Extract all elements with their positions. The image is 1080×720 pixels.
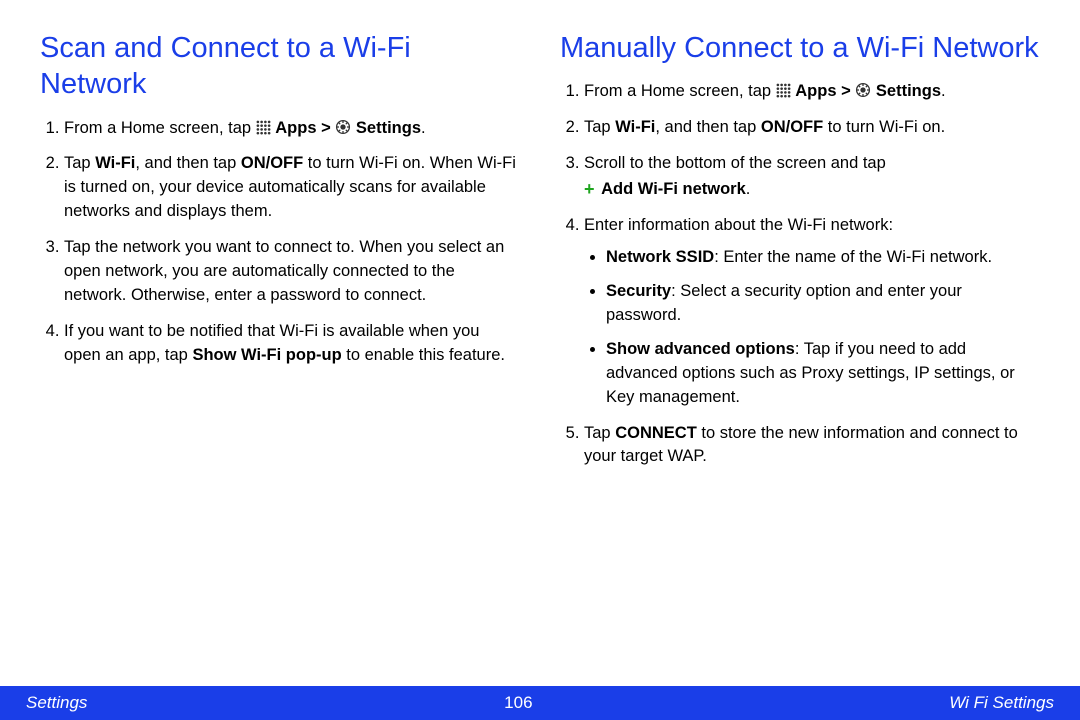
left-column: Scan and Connect to a Wi-Fi Network From…	[40, 30, 520, 481]
text-bold: Show Wi-Fi pop-up	[192, 346, 341, 364]
right-heading: Manually Connect to a Wi‑Fi Network	[560, 30, 1040, 66]
left-step-1: From a Home screen, tap Apps > Settings.	[64, 117, 520, 141]
text: Tap	[584, 424, 615, 442]
text-bold: Show advanced options	[606, 340, 795, 358]
breadcrumb-sep: >	[841, 82, 855, 100]
settings-icon	[855, 82, 871, 98]
text: : Enter the name of the Wi-Fi network.	[714, 248, 992, 266]
right-steps: From a Home screen, tap Apps > Settings.…	[560, 80, 1040, 469]
apps-label: Apps	[795, 82, 836, 100]
text-bold: CONNECT	[615, 424, 697, 442]
settings-label: Settings	[876, 82, 941, 100]
text-bold: Wi-Fi	[95, 154, 135, 172]
right-step-1: From a Home screen, tap Apps > Settings.	[584, 80, 1040, 104]
text: .	[746, 180, 751, 198]
text: From a Home screen, tap	[64, 119, 256, 137]
right-step-4: Enter information about the Wi-Fi networ…	[584, 214, 1040, 409]
left-step-2: Tap Wi-Fi, and then tap ON/OFF to turn W…	[64, 152, 520, 224]
settings-label: Settings	[356, 119, 421, 137]
footer-page-number: 106	[504, 693, 532, 713]
apps-icon	[256, 120, 271, 135]
right-step-3: Scroll to the bottom of the screen and t…	[584, 152, 1040, 202]
right-column: Manually Connect to a Wi‑Fi Network From…	[560, 30, 1040, 481]
footer-bar: Settings 106 Wi Fi Settings	[0, 686, 1080, 720]
text: , and then tap	[135, 154, 241, 172]
bullet-ssid: Network SSID: Enter the name of the Wi-F…	[606, 246, 1040, 270]
text: Tap	[584, 118, 615, 136]
text: Enter information about the Wi-Fi networ…	[584, 216, 893, 234]
right-step-2: Tap Wi-Fi, and then tap ON/OFF to turn W…	[584, 116, 1040, 140]
content-area: Scan and Connect to a Wi-Fi Network From…	[0, 0, 1080, 481]
text: Tap	[64, 154, 95, 172]
apps-icon	[776, 83, 791, 98]
right-step-5: Tap CONNECT to store the new information…	[584, 422, 1040, 470]
text: to enable this feature.	[342, 346, 505, 364]
text-bold: Wi-Fi	[615, 118, 655, 136]
plus-icon: +	[584, 176, 595, 202]
text-bold: Security	[606, 282, 671, 300]
left-steps: From a Home screen, tap Apps > Settings.…	[40, 117, 520, 368]
bullet-advanced: Show advanced options: Tap if you need t…	[606, 338, 1040, 410]
text: Scroll to the bottom of the screen and t…	[584, 154, 886, 172]
text: From a Home screen, tap	[584, 82, 776, 100]
bullet-security: Security: Select a security option and e…	[606, 280, 1040, 328]
text-bold: ON/OFF	[241, 154, 303, 172]
footer-left: Settings	[26, 693, 87, 713]
left-step-3: Tap the network you want to connect to. …	[64, 236, 520, 308]
right-bullets: Network SSID: Enter the name of the Wi-F…	[584, 246, 1040, 410]
text: .	[421, 119, 426, 137]
apps-label: Apps	[275, 119, 316, 137]
settings-icon	[335, 119, 351, 135]
document-page: Scan and Connect to a Wi-Fi Network From…	[0, 0, 1080, 720]
footer-right: Wi Fi Settings	[949, 693, 1054, 713]
breadcrumb-sep: >	[321, 119, 335, 137]
text-bold: Network SSID	[606, 248, 714, 266]
text: , and then tap	[655, 118, 761, 136]
left-heading: Scan and Connect to a Wi-Fi Network	[40, 30, 520, 103]
text-bold: ON/OFF	[761, 118, 823, 136]
text: .	[941, 82, 946, 100]
left-step-4: If you want to be notified that Wi-Fi is…	[64, 320, 520, 368]
add-network-label: Add Wi-Fi network	[601, 180, 746, 198]
text: to turn Wi-Fi on.	[823, 118, 945, 136]
